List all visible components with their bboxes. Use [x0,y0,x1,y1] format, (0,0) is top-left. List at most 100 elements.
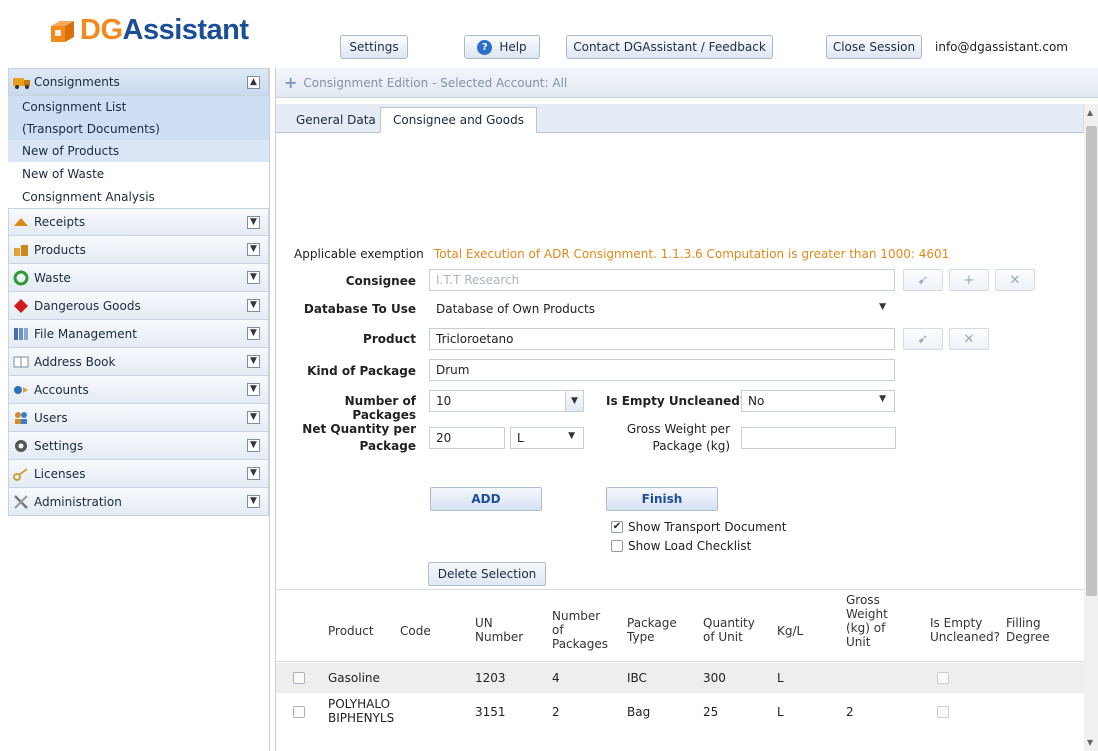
checkbox-empty-icon[interactable] [611,540,623,552]
database-select[interactable]: Database of Own Products ▼ [429,298,895,320]
sidebar-section-label: File Management [34,326,137,341]
sidebar-item-label: Consignment List [22,100,127,114]
show-transport-document-checkbox[interactable]: ✔ Show Transport Document [611,520,786,534]
expand-icon[interactable]: ▼ [247,327,260,340]
delete-selection-label: Delete Selection [437,567,537,581]
tab-label: General Data [296,113,376,127]
vertical-scrollbar[interactable]: ▲ ▼ [1083,104,1098,751]
scroll-down-icon[interactable]: ▼ [1087,738,1093,747]
col-empty-uncleaned[interactable]: Is Empty Uncleaned? [930,616,1000,644]
panel-title-bar: + Consignment Edition - Selected Account… [276,68,1098,98]
consignee-field[interactable]: I.T.T Research [429,269,895,291]
table-row[interactable]: POLYHALO BIPHENYLS 3151 2 Bag 25 L 2 [276,693,1084,733]
number-of-packages-value: 10 [436,394,452,408]
empty-uncleaned-value: No [748,394,765,408]
checkmark-icon[interactable]: ✔ [611,521,623,533]
empty-uncleaned-select[interactable]: No ▼ [741,390,895,412]
expand-icon[interactable]: ▼ [247,383,260,396]
product-label: Product [363,332,416,346]
kind-of-package-label: Kind of Package [307,364,416,378]
col-un-number[interactable]: UN Number [475,616,523,644]
row-select-checkbox[interactable] [293,706,305,718]
clear-consignee-button[interactable]: ✕ [995,269,1035,291]
sidebar-item-consignment-analysis[interactable]: Consignment Analysis [8,186,269,208]
recycle-icon [13,270,29,286]
col-qty-line1: Quantity [703,616,755,630]
plus-icon: + [284,73,298,92]
sidebar-section-file-management[interactable]: File Management ▼ [8,320,269,348]
col-filling-degree[interactable]: Filling Degree [1006,616,1050,644]
scroll-up-icon[interactable]: ▲ [1087,108,1093,117]
pointer-icon: ➹ [917,272,929,288]
tab-general-data[interactable]: General Data [284,107,388,133]
scroll-thumb[interactable] [1086,126,1097,596]
expand-icon[interactable]: ▼ [247,495,260,508]
expand-icon[interactable]: ▼ [247,299,260,312]
sidebar-section-waste[interactable]: Waste ▼ [8,264,269,292]
exemption-label: Applicable exemption [294,247,424,261]
cell-un-number: 3151 [475,705,506,719]
sidebar-section-address-book[interactable]: Address Book ▼ [8,348,269,376]
col-package-type[interactable]: Package Type [627,616,677,644]
expand-icon[interactable]: ▼ [247,243,260,256]
sidebar-section-users[interactable]: Users ▼ [8,404,269,432]
chevron-down-icon[interactable]: ▼ [565,391,583,411]
select-product-button[interactable]: ➹ [903,328,943,350]
expand-icon[interactable]: ▼ [247,467,260,480]
key-icon [13,466,29,482]
sidebar-item-consignment-list[interactable]: Consignment List [8,96,269,118]
add-button[interactable]: ADD [430,487,542,511]
sidebar-item-new-products[interactable]: New of Products [8,140,269,162]
sidebar-section-label: Waste [34,270,71,285]
sidebar-section-dangerous-goods[interactable]: Dangerous Goods ▼ [8,292,269,320]
expand-icon[interactable]: ▼ [247,271,260,284]
sidebar-section-products[interactable]: Products ▼ [8,236,269,264]
collapse-icon[interactable]: ▲ [247,76,260,89]
sidebar-item-new-waste[interactable]: New of Waste [8,162,269,186]
table-row[interactable]: Gasoline 1203 4 IBC 300 L [276,663,1084,693]
add-consignee-button[interactable]: + [949,269,989,291]
sidebar: Consignments ▲ Consignment List (Transpo… [8,68,270,751]
truck-icon [13,74,30,90]
sidebar-item-label: Consignment Analysis [22,190,155,204]
sidebar-section-label: Receipts [34,215,86,229]
expand-icon[interactable]: ▼ [247,355,260,368]
net-quantity-unit-select[interactable]: L ▼ [510,427,584,449]
tab-consignee-and-goods[interactable]: Consignee and Goods [380,107,537,133]
finish-button[interactable]: Finish [606,487,718,511]
settings-button-label: Settings [349,40,399,54]
gross-weight-field[interactable] [741,427,896,449]
row-select-checkbox[interactable] [293,672,305,684]
clear-product-button[interactable]: ✕ [949,328,989,350]
settings-button[interactable]: Settings [340,35,408,59]
expand-icon[interactable]: ▼ [247,411,260,424]
delete-selection-button[interactable]: Delete Selection [428,562,546,586]
col-gross-weight[interactable]: Gross Weight (kg) of Unit [846,593,888,649]
col-code[interactable]: Code [400,624,431,638]
sidebar-section-receipts[interactable]: Receipts ▼ [8,208,269,236]
sidebar-section-consignments[interactable]: Consignments ▲ [8,68,269,96]
col-number-of-packages[interactable]: Number of Packages [552,609,608,651]
help-button[interactable]: ? Help [464,35,540,59]
select-consignee-button[interactable]: ➹ [903,269,943,291]
sidebar-section-accounts[interactable]: Accounts ▼ [8,376,269,404]
col-kg-l[interactable]: Kg/L [777,624,803,638]
net-quantity-field[interactable]: 20 [429,427,505,449]
exemption-value: Total Execution of ADR Consignment. 1.1.… [434,247,950,261]
col-product[interactable]: Product [328,624,374,638]
sidebar-section-settings[interactable]: Settings ▼ [8,432,269,460]
kind-of-package-field[interactable]: Drum [429,359,895,381]
gross-weight-label: Gross Weight per Package (kg) [606,421,730,455]
expand-icon[interactable]: ▼ [247,439,260,452]
expand-icon[interactable]: ▼ [247,216,260,229]
sidebar-item-transport-documents[interactable]: (Transport Documents) [8,118,269,140]
product-field[interactable]: Tricloroetano [429,328,895,350]
col-un-line2: Number [475,630,524,644]
sidebar-section-licenses[interactable]: Licenses ▼ [8,460,269,488]
contact-feedback-button[interactable]: Contact DGAssistant / Feedback [566,35,773,59]
sidebar-section-administration[interactable]: Administration ▼ [8,488,269,516]
col-quantity-of-unit[interactable]: Quantity of Unit [703,616,755,644]
number-of-packages-select[interactable]: 10 ▼ [429,390,584,412]
close-session-button[interactable]: Close Session [826,35,922,59]
show-load-checklist-checkbox[interactable]: Show Load Checklist [611,539,751,553]
